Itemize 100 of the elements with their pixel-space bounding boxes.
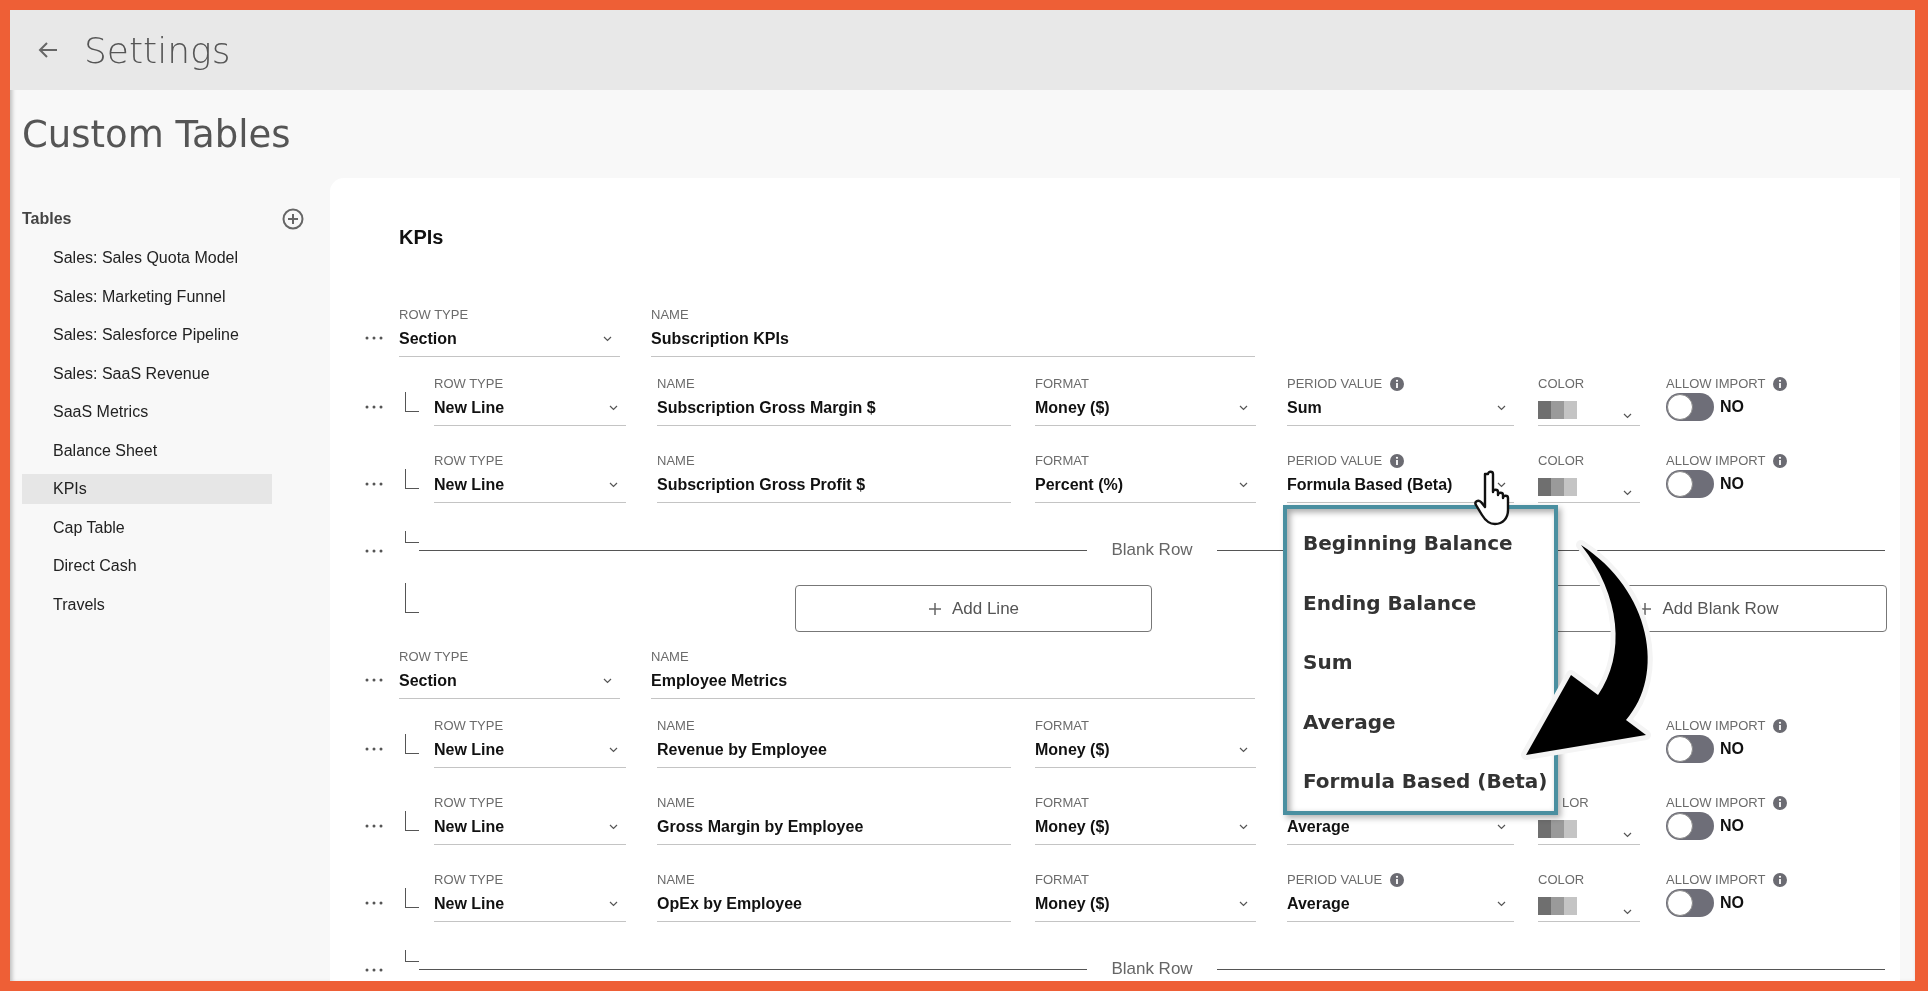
field-label: NAME [657, 719, 695, 733]
chevron-down-icon [603, 336, 612, 342]
menu-option[interactable]: Average [1303, 709, 1396, 734]
period-value-select[interactable]: PERIOD VALUE Average [1287, 873, 1514, 922]
more-icon[interactable] [365, 678, 383, 682]
more-icon[interactable] [365, 336, 383, 340]
more-icon[interactable] [365, 405, 383, 409]
field-value: Employee Metrics [651, 672, 788, 690]
field-label: NAME [651, 650, 689, 664]
chevron-down-icon [1623, 832, 1632, 838]
sidebar-item[interactable]: Balance Sheet [22, 435, 272, 466]
row-type-select[interactable]: ROW TYPE Section [399, 650, 620, 699]
more-icon[interactable] [365, 824, 383, 828]
menu-option[interactable]: Ending Balance [1303, 590, 1477, 615]
name-field[interactable]: NAME OpEx by Employee [657, 873, 1011, 922]
row-type-select[interactable]: ROW TYPE New Line [434, 796, 626, 845]
name-field[interactable]: NAME Employee Metrics [651, 650, 1255, 699]
format-select[interactable]: FORMAT Money ($) [1035, 377, 1256, 426]
info-icon[interactable] [1773, 377, 1788, 391]
add-circle-icon[interactable] [282, 208, 304, 230]
field-value: Percent (%) [1035, 476, 1124, 494]
sidebar-item[interactable]: Sales: SaaS Revenue [22, 358, 272, 389]
sidebar-item[interactable]: Cap Table [22, 512, 272, 543]
toggle-switch[interactable] [1666, 889, 1714, 917]
row-type-select[interactable]: ROW TYPE New Line [434, 454, 626, 503]
sidebar-item[interactable]: Travels [22, 589, 272, 620]
sidebar-item[interactable]: KPIs [22, 474, 272, 504]
field-label: PERIOD VALUE [1287, 377, 1383, 391]
format-select[interactable]: FORMAT Percent (%) [1035, 454, 1256, 503]
menu-option[interactable]: Formula Based (Beta) [1303, 769, 1548, 793]
row-type-select[interactable]: ROW TYPE New Line [434, 377, 626, 426]
more-icon[interactable] [365, 549, 383, 553]
format-select[interactable]: FORMAT Money ($) [1035, 873, 1256, 922]
chevron-down-icon [609, 405, 618, 411]
chevron-down-icon [1239, 747, 1248, 753]
info-icon[interactable] [1390, 377, 1405, 391]
toggle-switch[interactable] [1666, 393, 1714, 421]
menu-option[interactable]: Sum [1303, 650, 1353, 674]
toggle-state: NO [1720, 894, 1744, 912]
sidebar-item[interactable]: Sales: Marketing Funnel [22, 281, 272, 312]
toggle-switch[interactable] [1666, 470, 1714, 498]
name-field[interactable]: NAME Subscription Gross Margin $ [657, 377, 1011, 426]
sidebar-item[interactable]: Direct Cash [22, 551, 272, 581]
name-field[interactable]: NAME Subscription KPIs [651, 308, 1255, 357]
color-swatch [1538, 897, 1577, 915]
chevron-down-icon [609, 747, 618, 753]
info-icon[interactable] [1773, 796, 1788, 810]
field-value: Money ($) [1035, 741, 1110, 759]
format-select[interactable]: FORMAT Money ($) [1035, 719, 1256, 768]
row-type-select[interactable]: ROW TYPE Section [399, 308, 620, 357]
more-icon[interactable] [365, 968, 383, 972]
color-select[interactable]: COLOR [1538, 377, 1640, 426]
sidebar-item[interactable]: Sales: Sales Quota Model [22, 243, 272, 273]
field-label: ALLOW IMPORT [1666, 454, 1766, 468]
more-icon[interactable] [365, 901, 383, 905]
chevron-down-icon [1239, 901, 1248, 907]
tree-connector [405, 734, 419, 754]
more-icon[interactable] [365, 747, 383, 751]
field-label: ROW TYPE [399, 308, 469, 322]
info-icon[interactable] [1773, 873, 1788, 887]
color-select[interactable]: COLOR [1538, 873, 1640, 922]
field-value: Money ($) [1035, 895, 1110, 913]
field-label: FORMAT [1035, 796, 1089, 810]
name-field[interactable]: NAME Subscription Gross Profit $ [657, 454, 1011, 503]
info-icon[interactable] [1773, 454, 1788, 468]
color-select[interactable]: COLOR [1538, 454, 1640, 503]
field-label: NAME [657, 796, 695, 810]
chevron-down-icon [1239, 482, 1248, 488]
field-value: Section [399, 672, 457, 690]
color-swatch [1538, 820, 1577, 838]
info-icon[interactable] [1390, 873, 1405, 887]
field-value: Average [1287, 895, 1350, 913]
name-field[interactable]: NAME Gross Margin by Employee [657, 796, 1011, 845]
info-icon[interactable] [1390, 454, 1405, 468]
format-select[interactable]: FORMAT Money ($) [1035, 796, 1256, 845]
add-button[interactable]: Add Line [795, 585, 1152, 632]
field-value: Formula Based (Beta) [1287, 476, 1453, 494]
name-field[interactable]: NAME Revenue by Employee [657, 719, 1011, 768]
more-icon[interactable] [365, 482, 383, 486]
menu-option[interactable]: Beginning Balance [1303, 531, 1513, 555]
row-type-select[interactable]: ROW TYPE New Line [434, 719, 626, 768]
field-value: Money ($) [1035, 399, 1110, 417]
tree-connector [405, 531, 419, 543]
info-icon[interactable] [1773, 719, 1788, 733]
field-value: Subscription Gross Margin $ [657, 399, 876, 417]
field-label: FORMAT [1035, 873, 1089, 887]
field-value: Gross Margin by Employee [657, 818, 864, 836]
field-value: New Line [434, 476, 505, 494]
chevron-down-icon [1497, 482, 1506, 488]
field-value: Subscription Gross Profit $ [657, 476, 866, 494]
sidebar-item[interactable]: SaaS Metrics [22, 397, 272, 427]
row-type-select[interactable]: ROW TYPE New Line [434, 873, 626, 922]
back-arrow-icon[interactable] [38, 41, 58, 59]
toggle-switch[interactable] [1666, 735, 1714, 763]
plus-icon [927, 601, 942, 616]
toggle-switch[interactable] [1666, 812, 1714, 840]
period-value-select[interactable]: PERIOD VALUE Sum [1287, 377, 1514, 426]
field-label: NAME [657, 873, 695, 887]
field-value: Sum [1287, 399, 1322, 417]
sidebar-item[interactable]: Sales: Salesforce Pipeline [22, 320, 272, 350]
